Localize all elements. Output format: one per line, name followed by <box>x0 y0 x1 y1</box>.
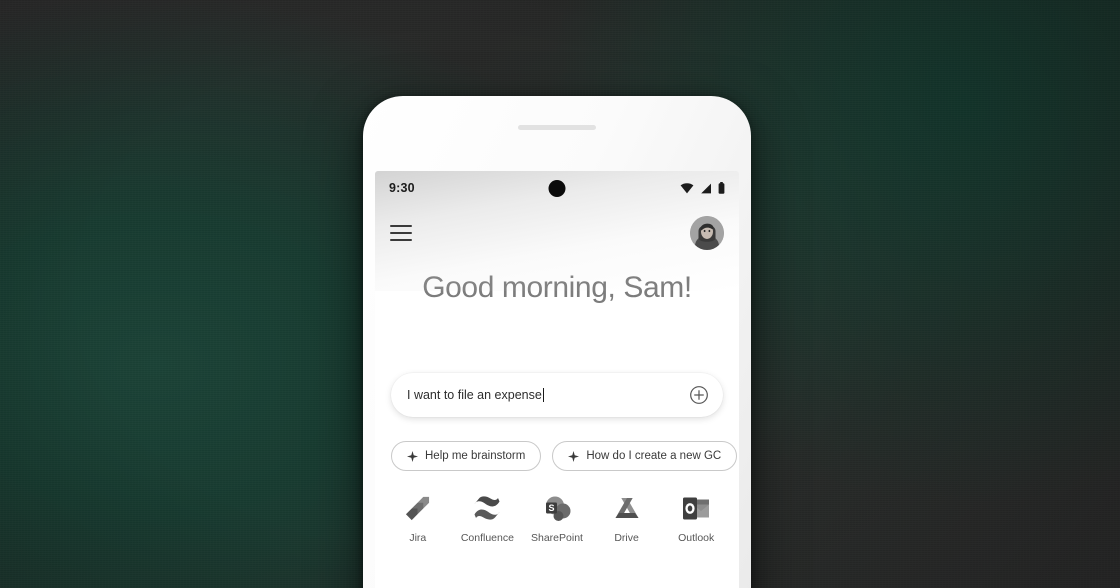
hamburger-line <box>390 231 412 235</box>
hamburger-line <box>390 238 412 241</box>
app-shortcut-label: Confluence <box>460 532 514 544</box>
app-shortcut-outlook[interactable]: Outlook <box>665 493 727 544</box>
app-shortcut-label: SharePoint <box>531 532 583 544</box>
app-bar <box>375 205 739 261</box>
screenshot-stage: 9:30 Good morning, Sam! I want to file a… <box>0 0 1120 588</box>
hamburger-line <box>390 225 412 228</box>
search-input[interactable]: I want to file an expense <box>407 388 542 402</box>
greeting-heading: Good morning, Sam! <box>422 271 692 304</box>
status-indicator-icons <box>680 182 725 194</box>
app-shortcut-drive[interactable]: Drive <box>596 493 658 544</box>
front-camera-dot-icon <box>548 180 566 197</box>
app-shortcut-label: Jira <box>409 532 427 544</box>
suggestion-chip[interactable]: How do I create a new GC <box>552 441 738 471</box>
plus-circle-icon[interactable] <box>689 385 709 405</box>
phone-screen: 9:30 Good morning, Sam! I want to file a… <box>375 171 739 588</box>
search-input-wrapper[interactable]: I want to file an expense <box>407 388 689 402</box>
app-shortcut-sharepoint[interactable]: S SharePoint <box>526 493 588 544</box>
phone-device-mockup: 9:30 Good morning, Sam! I want to file a… <box>363 96 751 588</box>
drive-icon <box>613 493 641 523</box>
search-bar[interactable]: I want to file an expense <box>391 373 723 417</box>
battery-icon <box>718 182 725 194</box>
user-avatar[interactable] <box>690 216 724 250</box>
sparkle-icon <box>407 450 418 462</box>
app-shortcut-confluence[interactable]: Confluence <box>456 493 518 544</box>
cellular-signal-icon <box>701 183 711 193</box>
text-caret <box>542 388 545 402</box>
suggestion-chip-label: How do I create a new GC <box>586 450 722 462</box>
status-time: 9:30 <box>389 181 415 195</box>
svg-text:S: S <box>548 503 554 513</box>
sharepoint-icon: S <box>543 493 571 523</box>
speaker-grille-icon <box>518 125 596 130</box>
app-shortcuts-row: Jira Confluence S SharePoint Drive Outlo… <box>383 493 731 544</box>
outlook-icon <box>682 493 710 523</box>
app-shortcut-label: Drive <box>614 532 639 544</box>
avatar-portrait-image <box>690 216 724 250</box>
suggestion-chip[interactable]: Help me brainstorm <box>391 441 542 471</box>
suggestion-chips: Help me brainstorm How do I create a new… <box>391 441 739 471</box>
jira-icon <box>404 493 431 523</box>
app-shortcut-jira[interactable]: Jira <box>387 493 449 544</box>
confluence-icon <box>473 493 501 523</box>
status-bar: 9:30 <box>375 171 739 205</box>
wifi-icon <box>680 182 694 193</box>
app-shortcut-label: Outlook <box>678 532 715 544</box>
hamburger-menu-icon[interactable] <box>390 225 412 241</box>
sparkle-icon <box>568 450 580 462</box>
suggestion-chip-label: Help me brainstorm <box>425 450 526 462</box>
